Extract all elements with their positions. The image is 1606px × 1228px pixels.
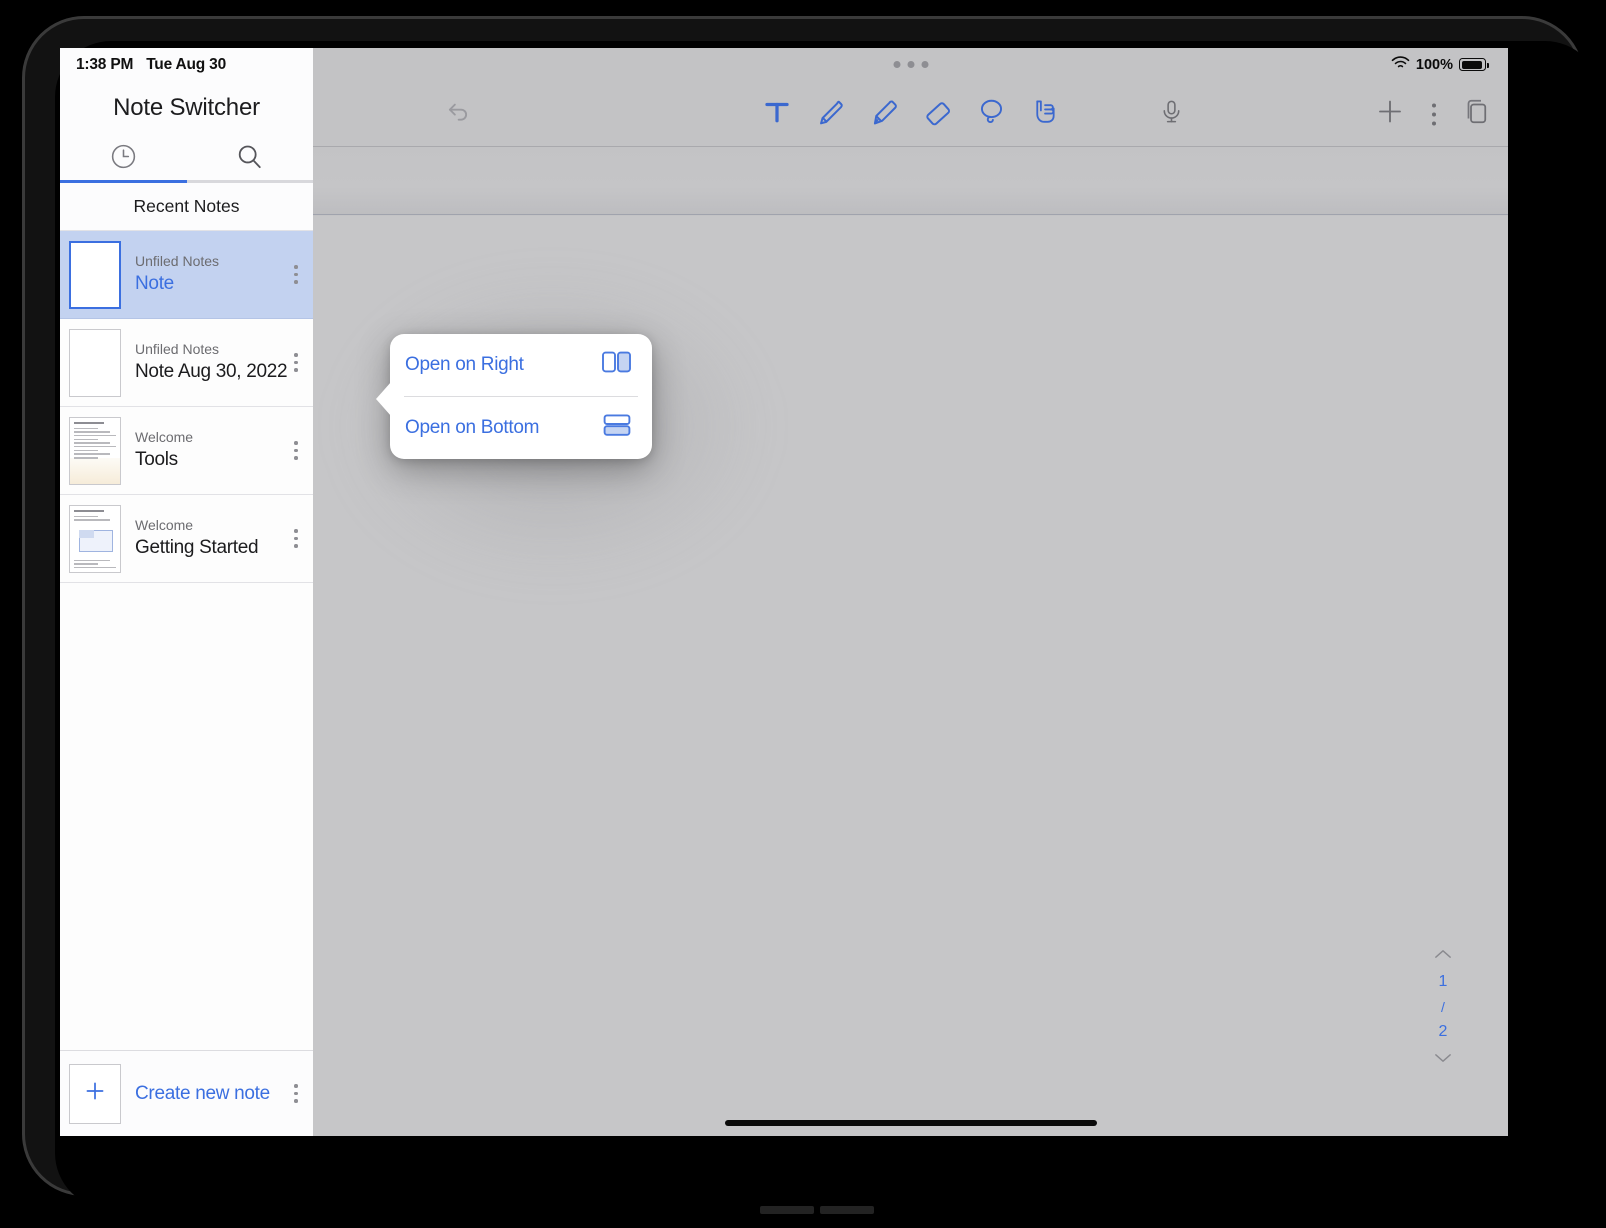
- multitask-handle-dots-icon[interactable]: [893, 61, 928, 68]
- note-title-label: Note: [135, 273, 174, 295]
- note-thumbnail: [69, 240, 121, 309]
- tab-recent[interactable]: [60, 132, 187, 180]
- section-header-recent-notes: Recent Notes: [60, 183, 313, 231]
- kebab-menu-icon[interactable]: [279, 265, 313, 284]
- note-list-item-3[interactable]: Welcome Getting Started: [60, 495, 313, 583]
- popover-tail: [376, 382, 391, 416]
- undo-button[interactable]: [443, 97, 473, 132]
- tab-underline-active: [60, 180, 187, 183]
- status-bar-time: 1:38 PM: [76, 56, 134, 73]
- note-list-item-0[interactable]: Unfiled Notes Note: [60, 231, 313, 319]
- stacked-pages-icon[interactable]: [1462, 97, 1492, 132]
- note-text-block: Welcome Getting Started: [135, 516, 279, 561]
- editor-subbar: [313, 147, 1508, 215]
- lasso-icon[interactable]: [976, 96, 1007, 132]
- kebab-menu-icon[interactable]: [279, 529, 313, 548]
- toolbar-more-menu-button[interactable]: [1432, 103, 1436, 125]
- context-menu-popover: Open on Right Open on Bottom: [376, 334, 652, 459]
- device-screen: 1:38 PM Tue Aug 30 Note Switcher Recent …: [60, 48, 1508, 1136]
- highlighter-icon[interactable]: [868, 96, 900, 133]
- note-list-item-1[interactable]: Unfiled Notes Note Aug 30, 2022: [60, 319, 313, 407]
- current-page-label: 1: [1438, 973, 1448, 990]
- note-title-label: Note Aug 30, 2022: [135, 361, 288, 383]
- pen-icon[interactable]: [814, 96, 846, 133]
- status-bar-right: 100%: [1391, 55, 1489, 74]
- status-bar-date: Tue Aug 30: [146, 56, 227, 73]
- wifi-icon: [1391, 55, 1410, 74]
- sidebar-tabbar: [60, 132, 313, 180]
- note-thumbnail: [69, 504, 121, 573]
- note-folder-label: Welcome: [135, 516, 194, 533]
- note-switcher-sidebar: 1:38 PM Tue Aug 30 Note Switcher Recent …: [60, 48, 313, 1136]
- note-text-block: Unfiled Notes Note: [135, 252, 279, 297]
- toolbar-right-group: [1374, 96, 1492, 133]
- drawing-tools-group: [762, 96, 1060, 133]
- plus-icon: [82, 1078, 108, 1109]
- status-bar-left: 1:38 PM Tue Aug 30: [60, 48, 313, 82]
- smart-connector-right: [820, 1206, 874, 1214]
- search-icon: [235, 142, 264, 171]
- hand-icon[interactable]: [1029, 96, 1060, 132]
- page-separator: /: [1441, 999, 1445, 1015]
- clock-icon: [109, 142, 138, 171]
- note-text-block: Welcome Tools: [135, 428, 279, 473]
- menu-item-label: Open on Bottom: [405, 417, 540, 438]
- tab-underline: [60, 180, 313, 183]
- note-thumbnail: [69, 416, 121, 485]
- eraser-icon[interactable]: [922, 96, 954, 133]
- create-note-thumb: [69, 1063, 121, 1124]
- add-button[interactable]: [1374, 96, 1406, 133]
- page-navigator: 1 / 2: [1434, 946, 1452, 1068]
- chevron-down-icon[interactable]: [1434, 1050, 1452, 1068]
- menu-item-open-on-right[interactable]: Open on Right: [390, 334, 652, 396]
- editor-toolbar: [313, 82, 1508, 147]
- kebab-menu-icon[interactable]: [279, 1084, 313, 1103]
- battery-full-icon: [1459, 58, 1489, 71]
- microphone-button[interactable]: [1158, 98, 1185, 130]
- split-right-icon: [602, 350, 632, 380]
- note-list-item-2[interactable]: Welcome Tools: [60, 407, 313, 495]
- tab-search[interactable]: [187, 132, 314, 180]
- note-title-label: Tools: [135, 449, 178, 471]
- editor-pane: 100% 1 / 2: [313, 48, 1508, 1136]
- menu-item-open-on-bottom[interactable]: Open on Bottom: [390, 397, 652, 459]
- kebab-menu-icon[interactable]: [279, 441, 313, 460]
- microphone-icon: [1158, 100, 1185, 129]
- kebab-menu-icon[interactable]: [279, 353, 313, 372]
- note-folder-label: Unfiled Notes: [135, 340, 220, 357]
- chevron-up-icon[interactable]: [1434, 946, 1452, 964]
- note-folder-label: Unfiled Notes: [135, 252, 220, 269]
- battery-percent-label: 100%: [1415, 56, 1453, 73]
- page-title: Note Switcher: [113, 94, 260, 121]
- total-pages-label: 2: [1438, 1023, 1448, 1040]
- menu-item-label: Open on Right: [405, 354, 524, 375]
- create-new-note-label: Create new note: [135, 1082, 270, 1104]
- note-thumbnail: [69, 328, 121, 397]
- smart-connector-left: [760, 1206, 814, 1214]
- note-folder-label: Welcome: [135, 428, 194, 445]
- split-bottom-icon: [602, 413, 632, 443]
- screenshot-root: 1:38 PM Tue Aug 30 Note Switcher Recent …: [0, 0, 1606, 1228]
- note-text-block: Unfiled Notes Note Aug 30, 2022: [135, 340, 288, 385]
- recent-notes-list: Unfiled Notes Note Unfiled Notes Note Au…: [60, 231, 313, 1050]
- note-title-label: Getting Started: [135, 537, 259, 559]
- home-indicator[interactable]: [724, 1120, 1097, 1126]
- create-new-note-row[interactable]: Create new note: [60, 1050, 313, 1136]
- undo-arrow-icon: [443, 103, 473, 131]
- status-bar-right-region: 100%: [313, 48, 1508, 82]
- text-tool-icon[interactable]: [762, 97, 792, 132]
